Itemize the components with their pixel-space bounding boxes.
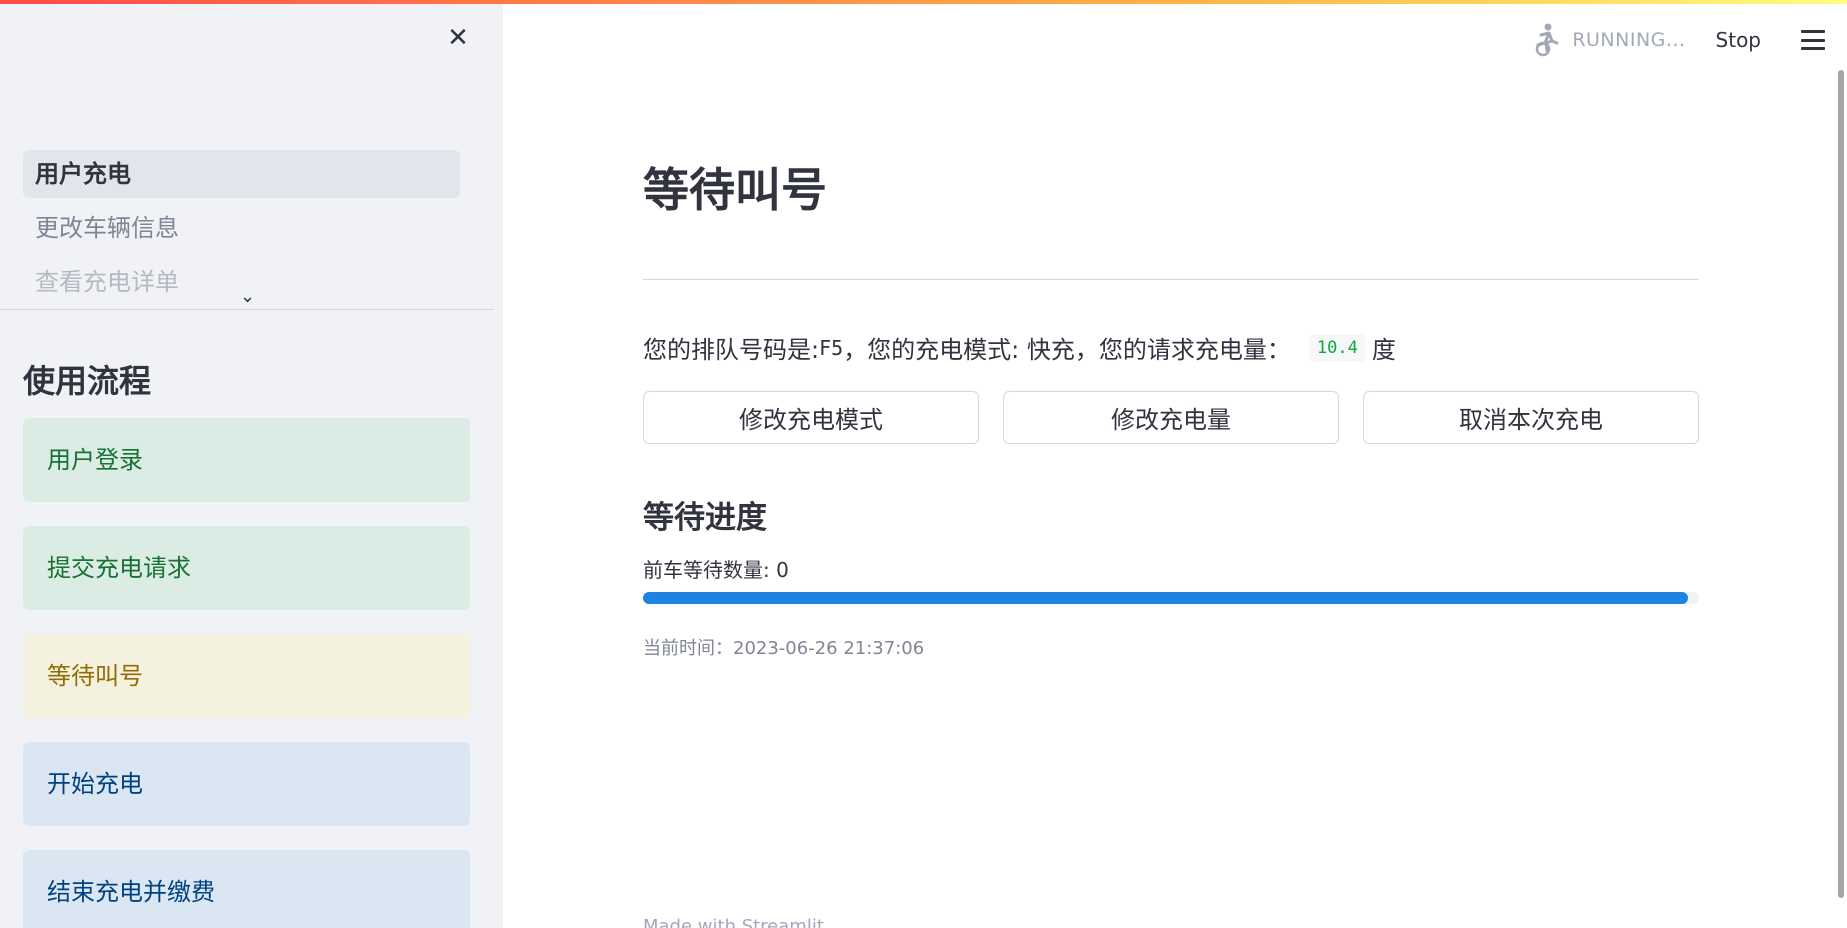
sidebar-item-change-vehicle[interactable]: 更改车辆信息 — [23, 204, 460, 252]
hamburger-menu-icon[interactable] — [1801, 30, 1825, 50]
flow-step-finish-pay: 结束充电并缴费 — [23, 850, 470, 928]
wait-count-text: 前车等待数量: 0 — [643, 558, 789, 582]
queue-number: F5 — [819, 335, 844, 360]
charge-mode-text: ，您的充电模式: 快充，您的请求充电量： — [843, 336, 1291, 364]
flow-step-wait-call: 等待叫号 — [23, 634, 470, 718]
main-scrollbar[interactable] — [1838, 70, 1844, 898]
top-decoration-bar — [0, 0, 1847, 4]
flow-step-submit-request: 提交充电请求 — [23, 526, 470, 610]
main-content: 等待叫号 您的排队号码是: F5 ，您的充电模式: 快充，您的请求充电量： 10… — [643, 0, 1699, 928]
wait-progress-bar — [643, 592, 1699, 604]
flow-step-login: 用户登录 — [23, 418, 470, 502]
charge-amount-value: 10.4 — [1308, 333, 1366, 362]
charge-amount-unit: 度 — [1371, 336, 1396, 364]
flow-step-start-charging: 开始充电 — [23, 742, 470, 826]
change-mode-button[interactable]: 修改充电模式 — [643, 391, 979, 444]
close-icon[interactable]: ✕ — [446, 25, 470, 51]
progress-section-title: 等待进度 — [643, 500, 767, 536]
page-title: 等待叫号 — [643, 163, 827, 217]
cancel-charging-button[interactable]: 取消本次充电 — [1363, 391, 1699, 444]
footer-made-with[interactable]: Made with Streamlit — [643, 916, 824, 928]
stop-button[interactable]: Stop — [1716, 28, 1761, 52]
sidebar: ✕ 用户充电 更改车辆信息 查看充电详单 ⌄ 使用流程 用户登录 提交充电请求 … — [0, 0, 503, 928]
wait-progress-fill — [643, 592, 1689, 604]
sidebar-nav: 用户充电 更改车辆信息 查看充电详单 ⌄ — [0, 150, 494, 310]
divider — [643, 279, 1699, 280]
flow-title: 使用流程 — [23, 362, 152, 400]
queue-prefix-text: 您的排队号码是: — [643, 336, 820, 364]
current-time-text: 当前时间：2023-06-26 21:37:06 — [643, 638, 925, 659]
chevron-down-icon[interactable]: ⌄ — [240, 286, 255, 307]
queue-info: 您的排队号码是: F5 ，您的充电模式: 快充，您的请求充电量： 10.4 度 — [643, 330, 1396, 365]
change-amount-button[interactable]: 修改充电量 — [1003, 391, 1339, 444]
sidebar-item-user-charging[interactable]: 用户充电 — [23, 150, 460, 198]
